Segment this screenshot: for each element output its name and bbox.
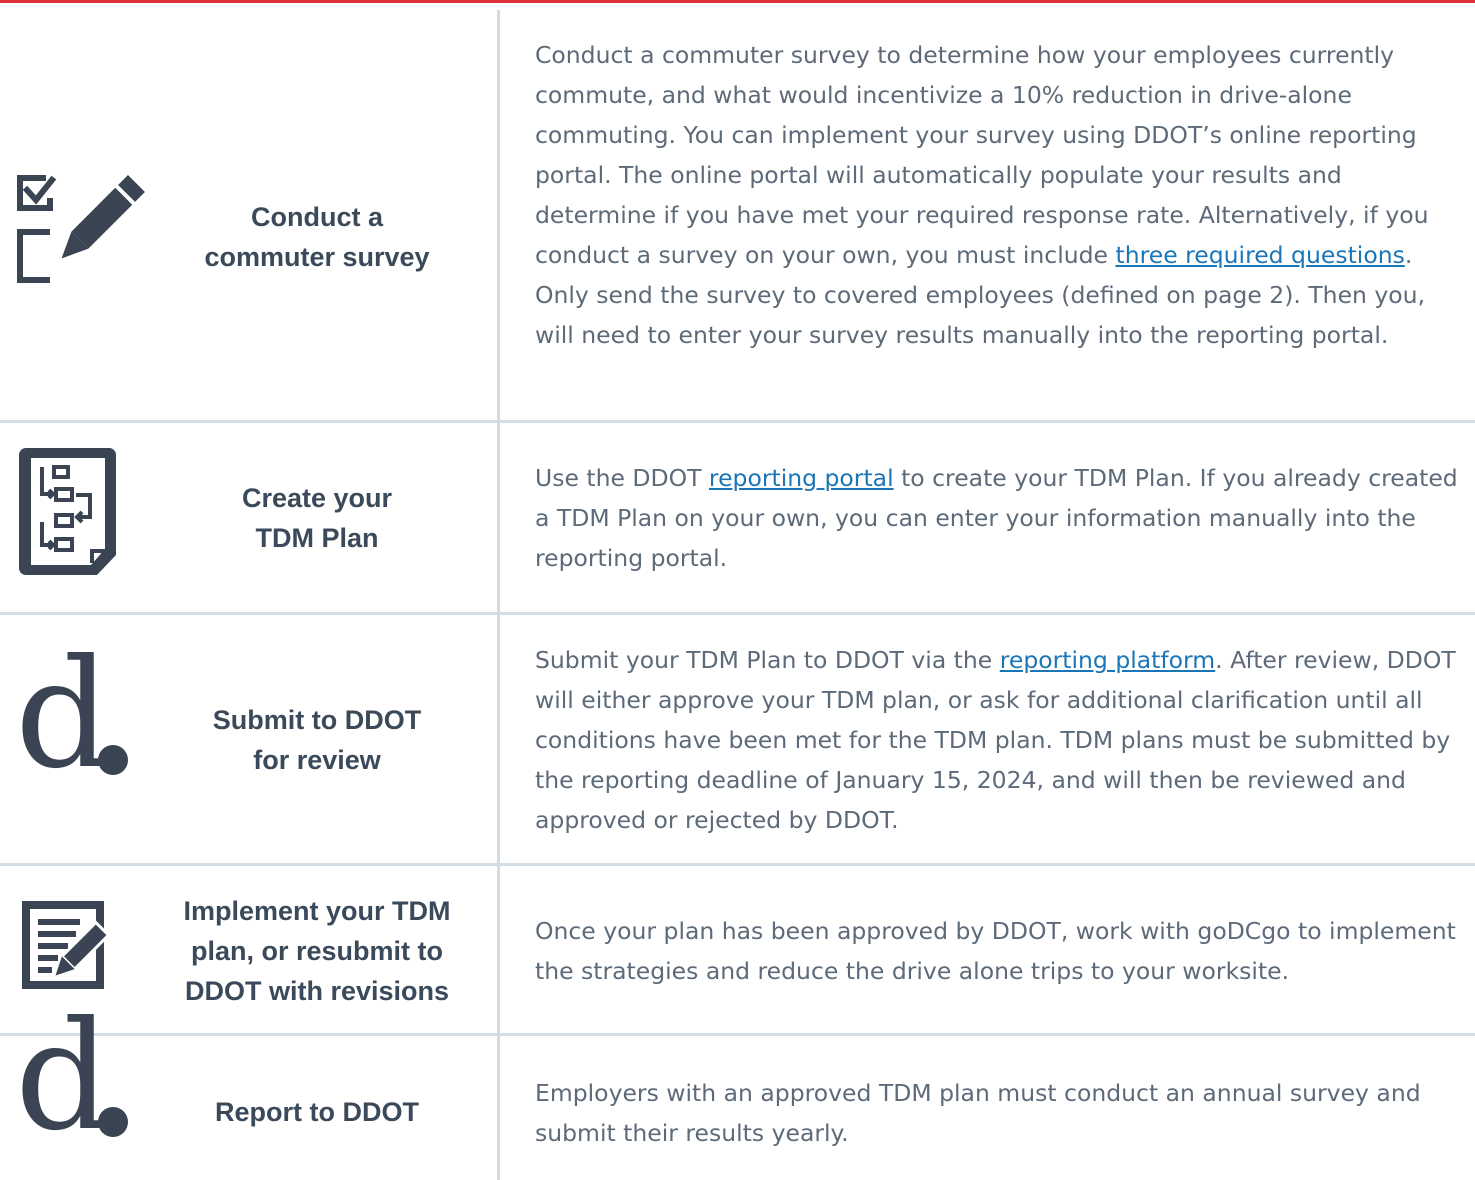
row-divider bbox=[0, 420, 1475, 423]
column-divider bbox=[497, 10, 500, 1180]
step-label: Implement your TDM plan, or resubmit to … bbox=[183, 896, 451, 1006]
row-divider bbox=[0, 1033, 1475, 1036]
reporting-portal-link[interactable]: reporting portal bbox=[709, 464, 894, 492]
step-description: Employers with an approved TDM plan must… bbox=[535, 1079, 1421, 1147]
step-description: Use the DDOT reporting portal to create … bbox=[535, 464, 1458, 572]
checklist-pencil-icon bbox=[12, 170, 145, 300]
step-description: Once your plan has been approved by DDOT… bbox=[535, 917, 1456, 985]
logo-dot bbox=[98, 745, 128, 775]
row-divider bbox=[0, 863, 1475, 866]
step-description: Submit your TDM Plan to DDOT via the rep… bbox=[535, 646, 1456, 834]
plan-document-icon bbox=[12, 445, 142, 575]
step-label: Conduct a commuter survey bbox=[204, 202, 430, 272]
step-label: Submit to DDOT for review bbox=[212, 705, 422, 775]
row-divider bbox=[0, 612, 1475, 615]
reporting-platform-link[interactable]: reporting platform bbox=[1000, 646, 1215, 674]
three-required-questions-link[interactable]: three required questions bbox=[1115, 241, 1404, 269]
logo-dot bbox=[98, 1107, 128, 1137]
step-label: Report to DDOT bbox=[215, 1097, 419, 1127]
step-label: Create your TDM Plan bbox=[241, 483, 393, 553]
top-accent-rule bbox=[0, 0, 1475, 3]
step-description: Conduct a commuter survey to determine h… bbox=[535, 41, 1429, 349]
